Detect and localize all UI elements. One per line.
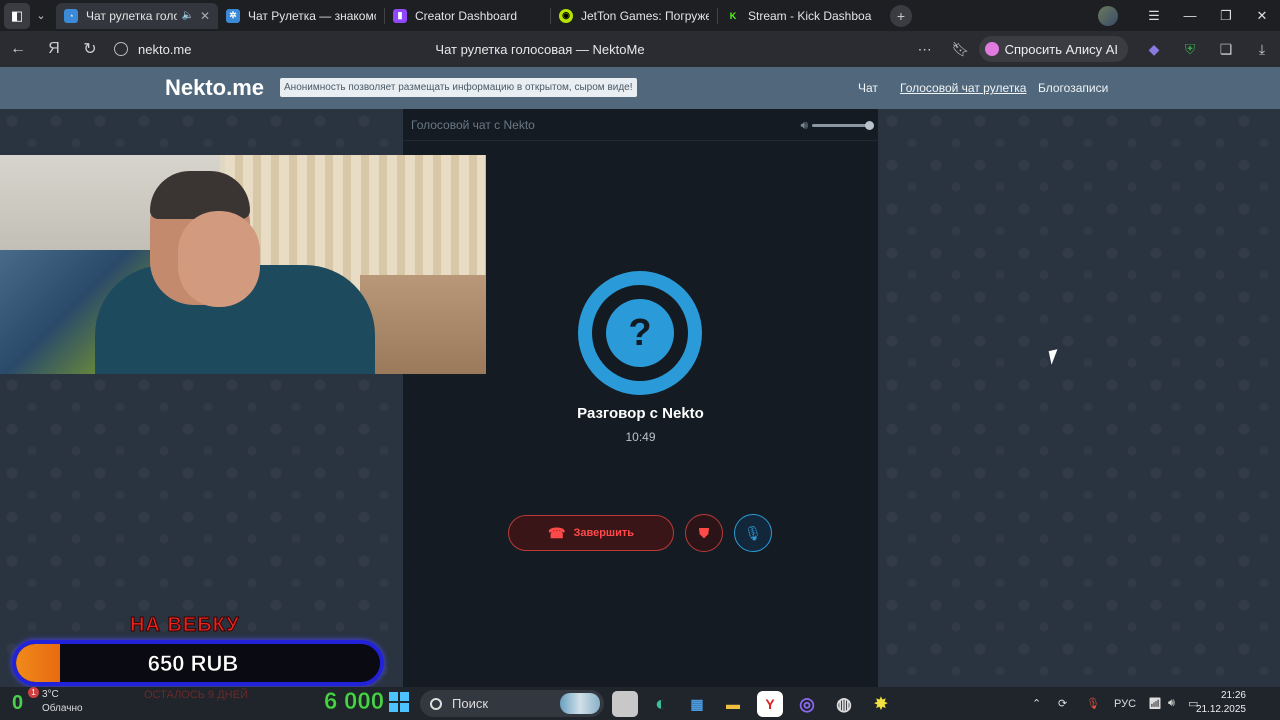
tab-nekto-voice[interactable]: ◔ Чат рулетка голосо 🔈 ✕	[56, 2, 218, 29]
stream-counter-left: 0	[12, 692, 24, 714]
collections-icon[interactable]: ❏	[1208, 41, 1244, 58]
restore-icon[interactable]: ❐	[1208, 8, 1244, 24]
shield-extension-icon[interactable]: ⛨	[1172, 41, 1208, 58]
game-extension-icon[interactable]: ◆	[1136, 41, 1172, 58]
report-shield-icon: ⛊	[698, 524, 710, 541]
weather-temp: 3°C	[42, 689, 59, 700]
conversation-title: Разговор с Nekto	[577, 405, 704, 422]
tabs-dropdown-icon[interactable]: ⌄	[30, 4, 52, 28]
hang-up-icon: ☎	[548, 524, 566, 541]
wifi-icon[interactable]: 📶︎	[1148, 687, 1162, 720]
ask-alice-button[interactable]: Спросить Алису AI	[978, 36, 1128, 62]
tab-title: Creator Dashboard	[415, 8, 518, 23]
new-tab-button[interactable]: +	[890, 4, 912, 27]
nav-blog[interactable]: Блогозаписи	[1038, 81, 1108, 95]
tab-title: Чат рулетка голосо	[86, 8, 178, 23]
alice-icon	[984, 42, 999, 56]
search-icon	[430, 697, 442, 710]
address-bar-actions: ⋯ 🔖︎ Спросить Алису AI ◆ ⛨ ❏ ⤓	[907, 31, 1280, 67]
speaker-icon[interactable]: 🔈	[181, 10, 193, 21]
close-tab-icon[interactable]: ✕	[200, 9, 210, 23]
taskbar-clock[interactable]: 21:26 21.12.2025	[1196, 689, 1246, 717]
end-call-button[interactable]: ☎ Завершить	[508, 515, 674, 551]
task-view-icon[interactable]	[612, 691, 638, 717]
weather-desc: Облачно	[42, 703, 83, 714]
microphone-icon: 🎙︎	[744, 524, 762, 541]
twitch-favicon-icon: ▮	[393, 8, 407, 23]
search-placeholder: Поиск	[452, 696, 489, 711]
volume-slider-knob[interactable]	[865, 121, 874, 130]
sidebar-toggle-icon[interactable]: ◧	[4, 2, 30, 29]
volume-tray-icon[interactable]: 🔊︎	[1168, 687, 1175, 720]
alice-app-icon[interactable]: ◎	[794, 691, 820, 717]
minimize-icon[interactable]: —	[1172, 8, 1208, 23]
microphone-button[interactable]: 🎙︎	[734, 514, 772, 552]
downloads-icon[interactable]: ⤓	[1244, 41, 1280, 58]
roulette-favicon-icon: ✲	[226, 8, 240, 23]
tab-title: JetTon Games: Погружени	[581, 8, 709, 23]
profile-avatar[interactable]	[1098, 5, 1118, 26]
site-logo[interactable]: Nekto.me	[165, 75, 264, 101]
conversation-timer: 10:49	[625, 430, 656, 444]
site-header: Nekto.me Анонимность позволяет размещать…	[0, 67, 1280, 109]
tab-jetton-games[interactable]: ◉ JetTon Games: Погружени	[551, 3, 717, 29]
volume-icon[interactable]: 🔊︎	[800, 118, 808, 133]
close-window-icon[interactable]: ✕	[1244, 8, 1280, 24]
donation-goal-amount: 650 RUB	[147, 651, 239, 677]
ask-alice-label: Спросить Алису AI	[1004, 41, 1118, 57]
file-explorer-icon[interactable]: ▬	[720, 691, 746, 717]
nav-chat[interactable]: Чат	[858, 81, 878, 95]
window-controls: ☰ — ❐ ✕	[1098, 0, 1280, 31]
end-call-label: Завершить	[573, 527, 634, 539]
question-mark-icon: ?	[606, 299, 674, 367]
sparkle-app-icon[interactable]: ✸	[868, 691, 894, 717]
show-hidden-icons[interactable]: ⌃	[1032, 687, 1041, 720]
webcam-dresser	[360, 275, 486, 374]
microphone-tray-icon[interactable]: 🎙︎	[1086, 687, 1100, 720]
chat-header-title: Голосовой чат с Nekto	[411, 117, 535, 132]
language-indicator[interactable]: РУС	[1114, 687, 1136, 720]
goal-days-left: ОСТАЛОСЬ 9 ДНЕЙ	[144, 689, 248, 701]
tab-chat-roulette[interactable]: ✲ Чат Рулетка — знакомств	[218, 3, 384, 29]
browser-tab-bar: ◧ ⌄ ◔ Чат рулетка голосо 🔈 ✕ ✲ Чат Рулет…	[0, 0, 1280, 31]
nekto-favicon-icon: ◔	[64, 8, 78, 23]
edge-browser-icon[interactable]: ◐	[648, 691, 674, 717]
volume-slider[interactable]	[812, 121, 874, 130]
kick-favicon-icon: K	[726, 8, 740, 23]
menu-icon[interactable]: ☰	[1136, 8, 1172, 24]
clock-time: 21:26	[1220, 690, 1246, 701]
webcam-person-hand	[178, 211, 260, 307]
more-options-icon[interactable]: ⋯	[907, 41, 943, 58]
webcam-overlay	[0, 155, 486, 374]
weather-widget[interactable]: 3°C Облачно	[42, 688, 83, 716]
search-highlight-image	[560, 693, 600, 714]
stream-counter-main: 6 000	[324, 688, 385, 716]
store-icon[interactable]: ▦	[684, 691, 710, 717]
site-slogan: Анонимность позволяет размещать информац…	[280, 78, 637, 97]
windows-start-icon[interactable]	[389, 692, 409, 712]
jetton-favicon-icon: ◉	[559, 8, 573, 23]
sync-icon[interactable]: ⟳	[1058, 687, 1067, 720]
taskbar-search[interactable]: Поиск	[420, 690, 604, 717]
anonymous-avatar: ?	[578, 271, 702, 395]
yandex-browser-icon[interactable]: Y	[757, 691, 783, 717]
report-button[interactable]: ⛊	[685, 514, 723, 552]
avatar-ring: ?	[592, 285, 688, 381]
obs-icon[interactable]: ◍	[831, 691, 857, 717]
nav-voice-roulette[interactable]: Голосовой чат рулетка	[900, 81, 1026, 95]
tab-title: Чат Рулетка — знакомств	[248, 8, 376, 23]
address-bar: ← Я ↻ nekto.me Чат рулетка голосовая — N…	[0, 31, 1280, 67]
goal-label: НА ВЕБКУ	[130, 614, 240, 637]
tab-kick-dashboard[interactable]: K Stream - Kick Dashboard	[718, 3, 880, 29]
donation-goal-bar: 650 RUB	[12, 640, 384, 686]
tab-creator-dashboard[interactable]: ▮ Creator Dashboard	[385, 3, 550, 29]
volume-control[interactable]: 🔊︎	[800, 118, 874, 133]
bookmark-icon[interactable]: 🔖︎	[943, 41, 979, 58]
weather-alert-badge: 1	[28, 687, 39, 698]
clock-date: 21.12.2025	[1195, 704, 1246, 715]
tab-title: Stream - Kick Dashboard	[748, 8, 872, 23]
